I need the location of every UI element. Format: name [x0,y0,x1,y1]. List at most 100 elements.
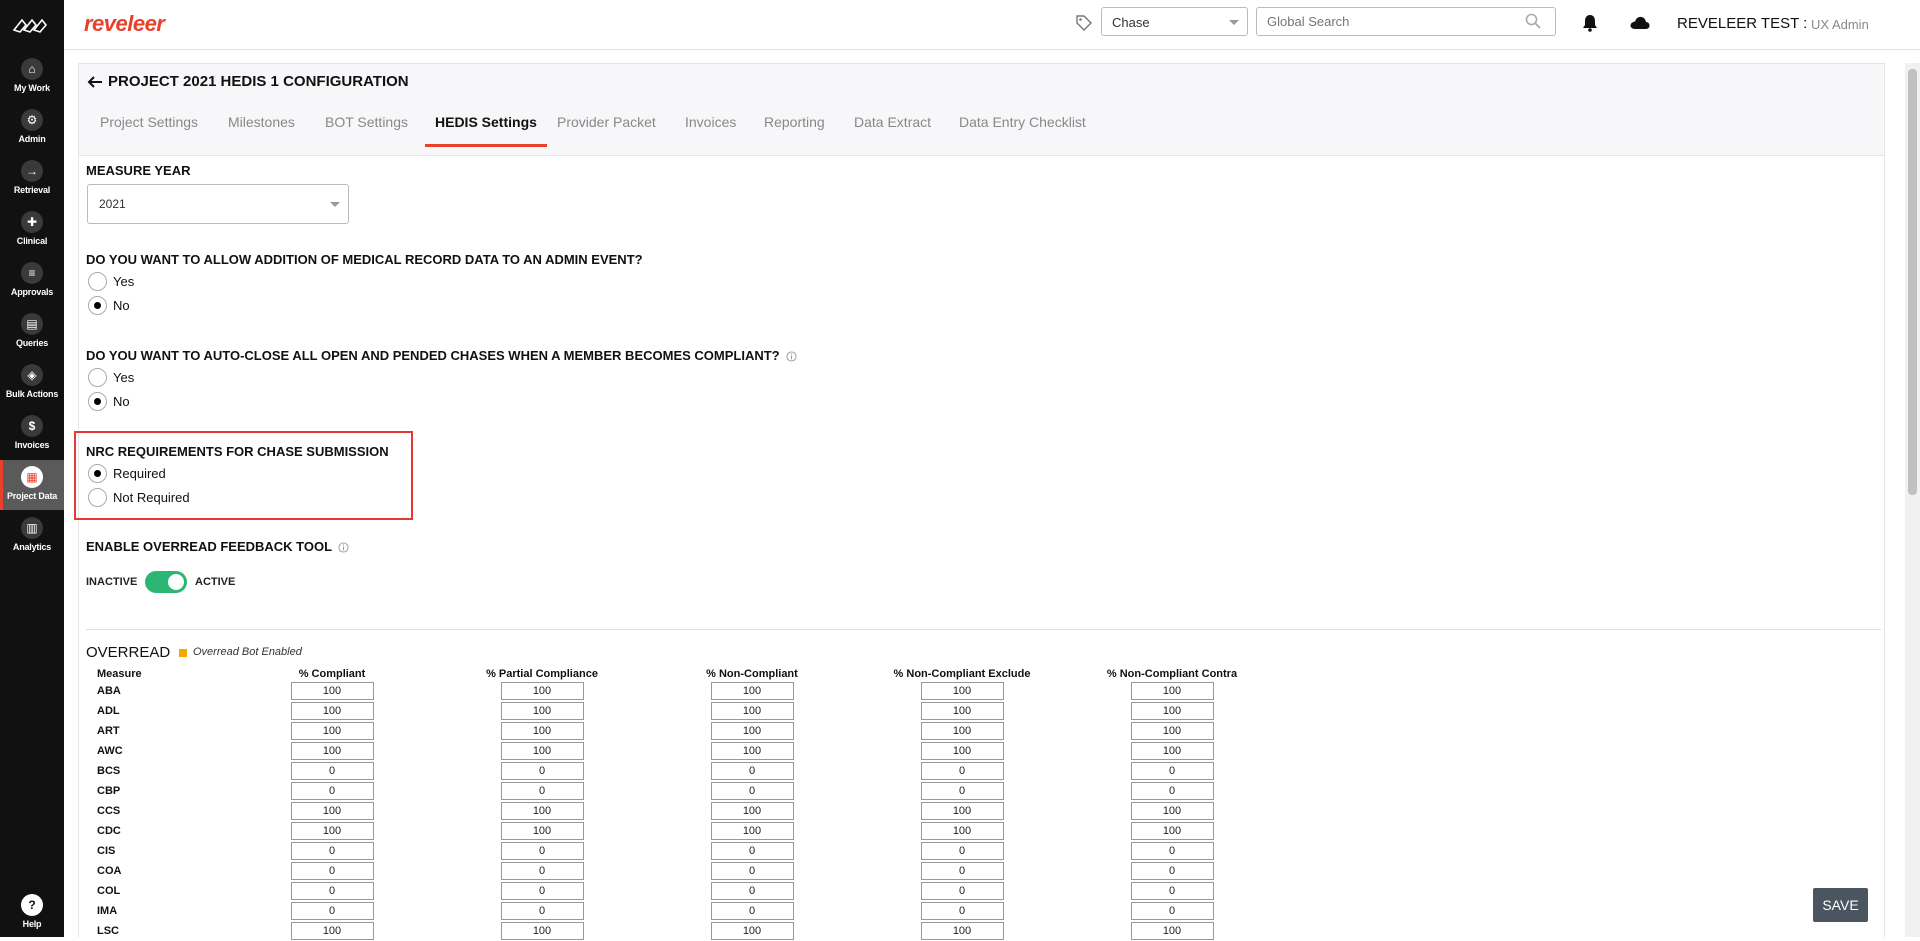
nav-item-my-work[interactable]: ⌂ My Work [0,52,64,102]
percentage-input[interactable] [500,922,584,940]
save-button[interactable]: SAVE [1813,888,1868,922]
nav-item-approvals[interactable]: ≡ Approvals [0,256,64,306]
percentage-input[interactable] [500,782,584,800]
scrollbar-thumb[interactable] [1908,69,1917,495]
percentage-input[interactable] [920,802,1004,820]
bell-icon[interactable] [1582,14,1598,32]
percentage-input[interactable] [500,742,584,760]
percentage-input[interactable] [290,902,374,920]
percentage-input[interactable] [710,862,794,880]
percentage-input[interactable] [920,742,1004,760]
percentage-input[interactable] [710,882,794,900]
percentage-input[interactable] [500,702,584,720]
percentage-input[interactable] [920,862,1004,880]
percentage-input[interactable] [1130,862,1214,880]
page-scrollbar[interactable] [1905,63,1920,937]
percentage-input[interactable] [290,802,374,820]
percentage-input[interactable] [710,742,794,760]
brand-logo[interactable]: reveleer [84,11,165,37]
reveleer-logo-icon[interactable] [12,14,52,36]
percentage-input[interactable] [1130,782,1214,800]
nav-item-invoices[interactable]: $ Invoices [0,409,64,459]
percentage-input[interactable] [1130,922,1214,940]
percentage-input[interactable] [920,702,1004,720]
percentage-input[interactable] [290,922,374,940]
percentage-input[interactable] [290,842,374,860]
percentage-input[interactable] [500,802,584,820]
radio-button[interactable] [88,272,107,291]
percentage-input[interactable] [500,762,584,780]
percentage-input[interactable] [290,762,374,780]
percentage-input[interactable] [710,822,794,840]
tab-data-entry-checklist[interactable]: Data Entry Checklist [959,114,1086,144]
percentage-input[interactable] [1130,842,1214,860]
percentage-input[interactable] [920,682,1004,700]
percentage-input[interactable] [710,682,794,700]
percentage-input[interactable] [710,762,794,780]
percentage-input[interactable] [500,822,584,840]
nav-item-clinical[interactable]: ✚ Clinical [0,205,64,255]
percentage-input[interactable] [710,922,794,940]
tab-bot-settings[interactable]: BOT Settings [325,114,408,144]
percentage-input[interactable] [290,782,374,800]
nav-help[interactable]: ? Help [0,888,64,938]
measure-year-select[interactable]: 2021 [87,184,349,224]
percentage-input[interactable] [500,682,584,700]
percentage-input[interactable] [920,822,1004,840]
nav-item-bulk-actions[interactable]: ◈ Bulk Actions [0,358,64,408]
chase-type-select[interactable]: Chase [1101,7,1248,36]
tab-invoices[interactable]: Invoices [685,114,736,144]
percentage-input[interactable] [500,842,584,860]
percentage-input[interactable] [920,782,1004,800]
percentage-input[interactable] [710,802,794,820]
percentage-input[interactable] [290,822,374,840]
nav-item-project-data[interactable]: ▦ Project Data [0,460,64,510]
percentage-input[interactable] [1130,822,1214,840]
percentage-input[interactable] [1130,762,1214,780]
percentage-input[interactable] [1130,682,1214,700]
tab-milestones[interactable]: Milestones [228,114,295,144]
user-name[interactable]: REVELEER TEST : [1677,15,1807,32]
percentage-input[interactable] [1130,722,1214,740]
percentage-input[interactable] [1130,902,1214,920]
nav-item-queries[interactable]: ▤ Queries [0,307,64,357]
percentage-input[interactable] [1130,702,1214,720]
cloud-icon[interactable] [1630,15,1650,31]
tab-hedis-settings[interactable]: HEDIS Settings [425,114,547,147]
back-arrow-icon[interactable] [87,74,103,90]
percentage-input[interactable] [500,722,584,740]
percentage-input[interactable] [290,702,374,720]
info-icon[interactable] [786,351,797,362]
info-icon[interactable] [338,542,349,553]
percentage-input[interactable] [290,742,374,760]
radio-button[interactable] [88,296,107,315]
tag-icon[interactable] [1075,14,1093,32]
tab-project-settings[interactable]: Project Settings [100,114,198,144]
percentage-input[interactable] [290,862,374,880]
percentage-input[interactable] [920,882,1004,900]
percentage-input[interactable] [920,842,1004,860]
global-search-input[interactable] [1256,7,1556,36]
overread-feedback-toggle[interactable] [145,571,187,593]
percentage-input[interactable] [710,702,794,720]
tab-reporting[interactable]: Reporting [764,114,825,144]
percentage-input[interactable] [1130,882,1214,900]
percentage-input[interactable] [500,902,584,920]
percentage-input[interactable] [290,882,374,900]
percentage-input[interactable] [920,762,1004,780]
percentage-input[interactable] [920,902,1004,920]
percentage-input[interactable] [710,782,794,800]
radio-button[interactable] [88,488,107,507]
percentage-input[interactable] [1130,802,1214,820]
radio-button[interactable] [88,368,107,387]
percentage-input[interactable] [710,722,794,740]
percentage-input[interactable] [1130,742,1214,760]
percentage-input[interactable] [710,842,794,860]
percentage-input[interactable] [500,862,584,880]
percentage-input[interactable] [290,722,374,740]
percentage-input[interactable] [290,682,374,700]
radio-button[interactable] [88,464,107,483]
nav-item-admin[interactable]: ⚙ Admin [0,103,64,153]
percentage-input[interactable] [500,882,584,900]
percentage-input[interactable] [920,922,1004,940]
